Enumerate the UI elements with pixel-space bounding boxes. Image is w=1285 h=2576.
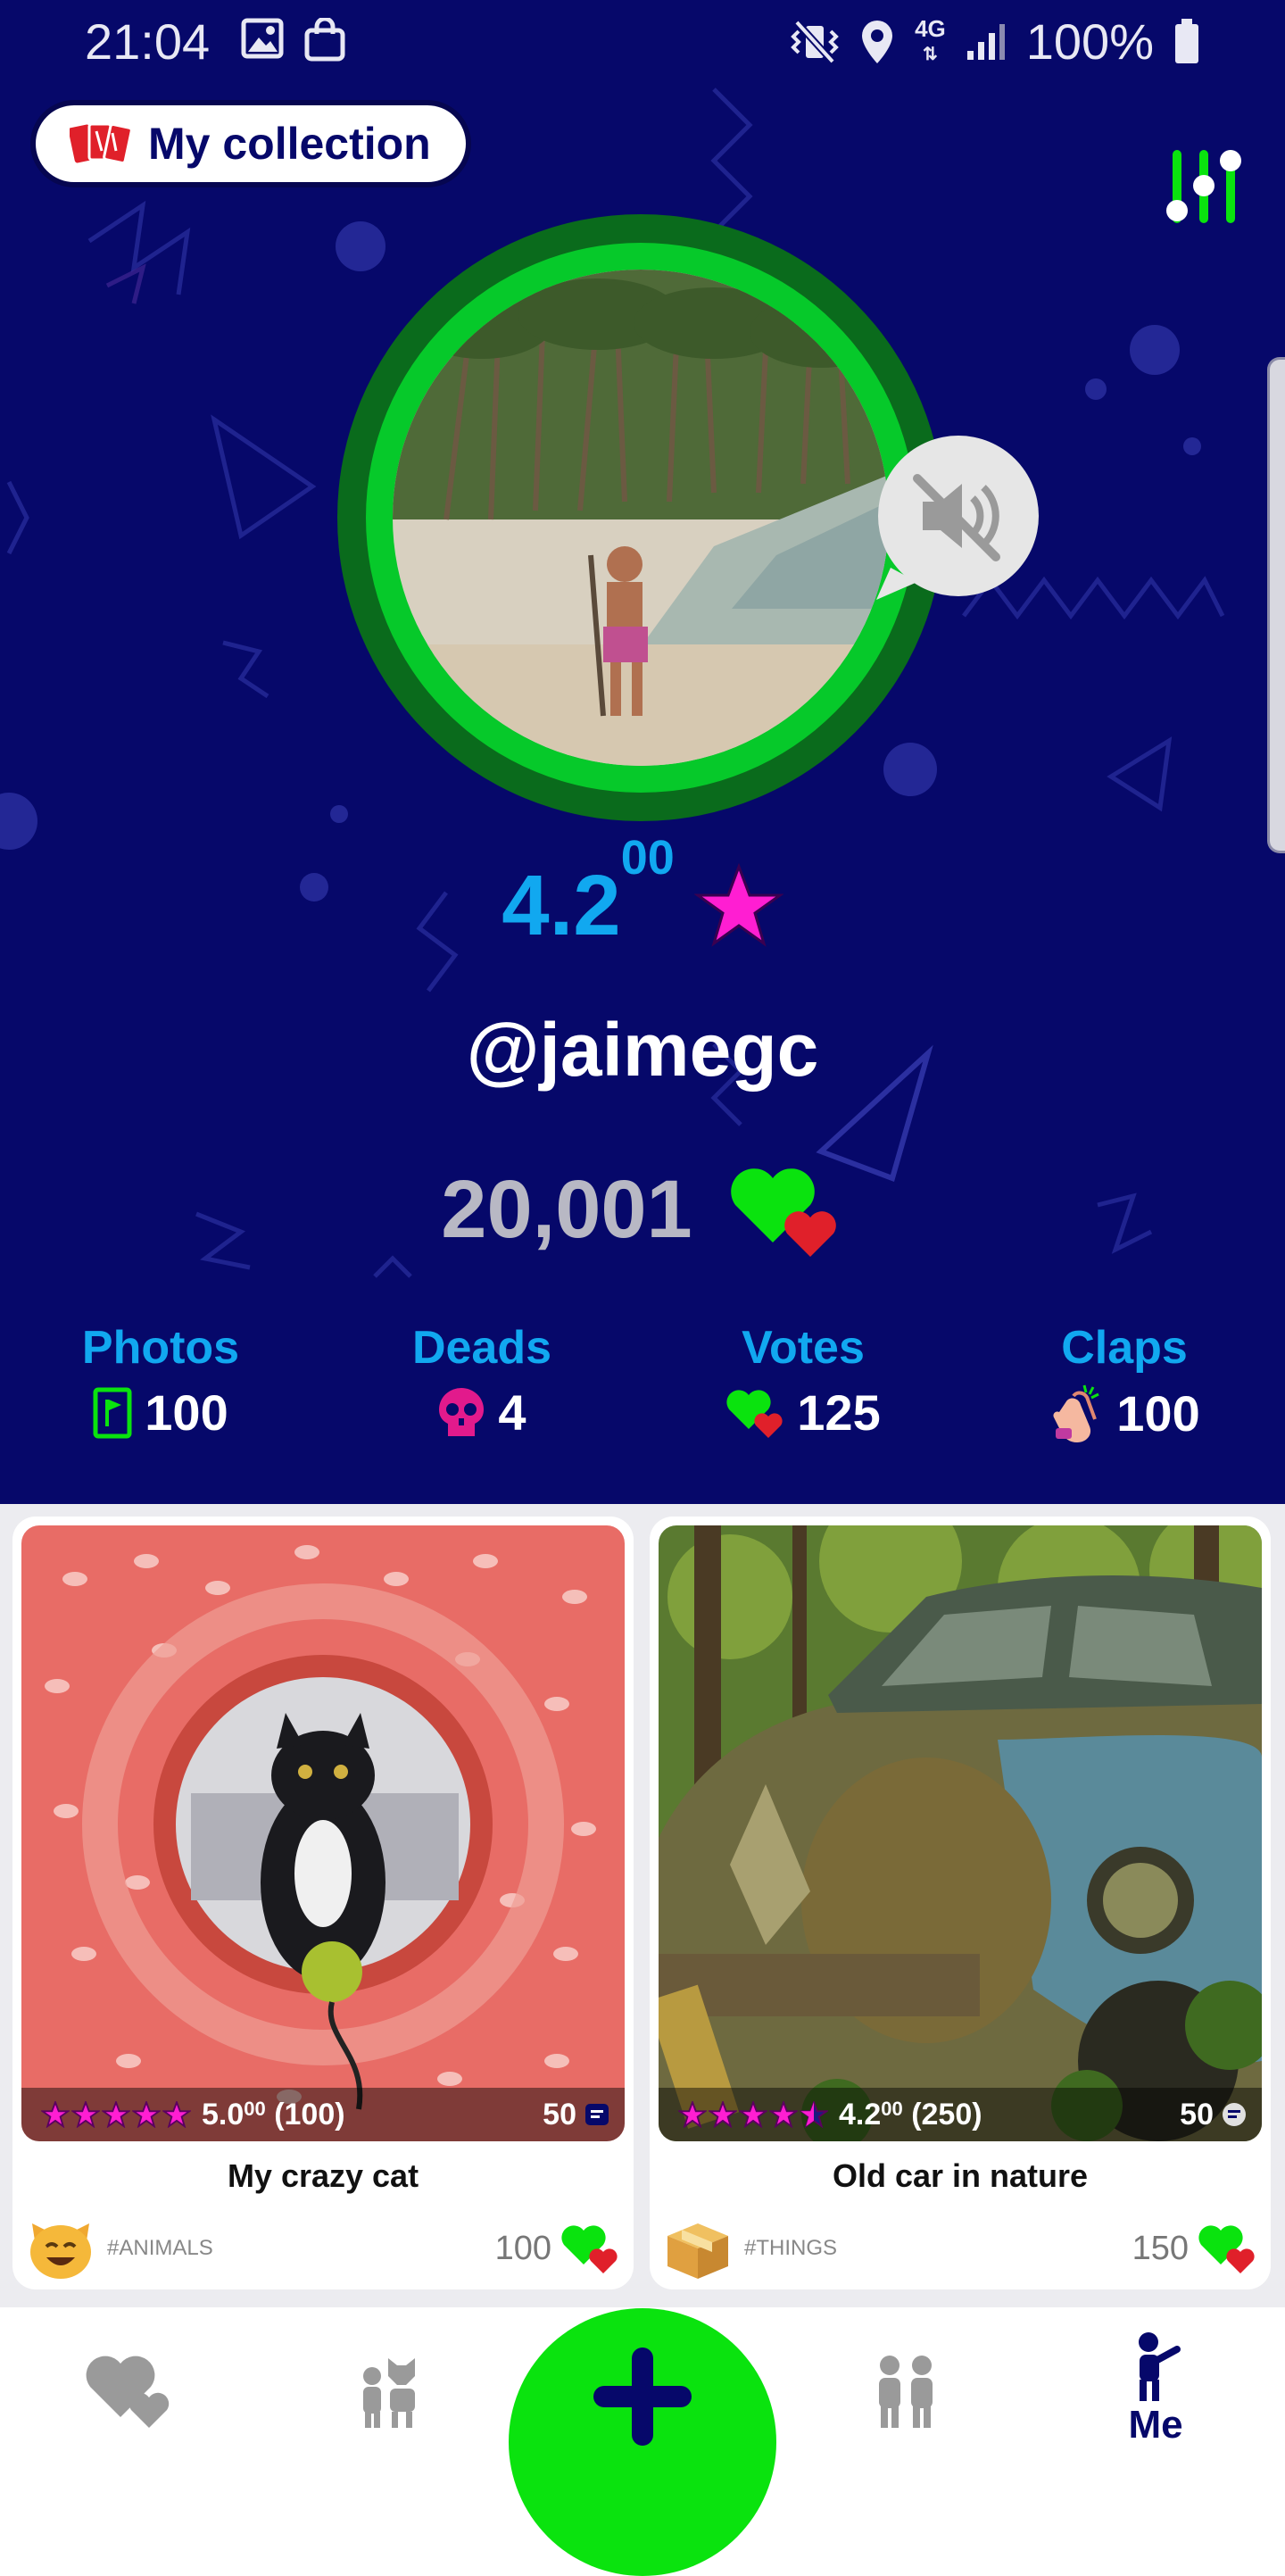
photo-card-image[interactable]: 4.200 (250) 50 — [659, 1525, 1262, 2141]
stat-deads-title: Deads — [411, 1322, 552, 1374]
photo-feed: 5.000 (100) 50 My crazy cat #ANIMALS 100 — [0, 1504, 1285, 2307]
stat-photos-value: 100 — [145, 1384, 228, 1441]
photo-card-tag[interactable]: #THINGS — [744, 2236, 837, 2261]
stats-row: Photos 100 Deads 4 Votes 125 Claps 100 — [0, 1321, 1285, 1442]
comment-icon — [585, 2104, 609, 2125]
add-photo-button[interactable] — [509, 2308, 776, 2576]
stat-claps-title: Claps — [1061, 1322, 1188, 1374]
stat-deads-value: 4 — [498, 1384, 526, 1441]
stat-photos[interactable]: Photos 100 — [0, 1321, 321, 1442]
person-with-pet-icon — [363, 2358, 415, 2428]
photo-card[interactable]: 5.000 (100) 50 My crazy cat #ANIMALS 100 — [12, 1517, 634, 2289]
star-icon — [693, 863, 783, 947]
status-left-icons — [241, 18, 346, 62]
photo-card-votes[interactable]: 150 — [1132, 2222, 1256, 2275]
photo-card-votes[interactable]: 100 — [495, 2222, 619, 2275]
status-time: 21:04 — [85, 13, 211, 70]
photo-card-rating: 4.200 (250) — [839, 2097, 982, 2131]
hearts-icon — [561, 2225, 618, 2273]
photo-card-footer: #THINGS 150 — [662, 2213, 1256, 2284]
status-right-icons: 4G ⇅ 100% — [790, 12, 1200, 71]
star-icon — [739, 2101, 767, 2128]
signal-icon — [966, 23, 1005, 60]
profile-avatar-photo[interactable] — [393, 270, 889, 766]
star-icon — [709, 2101, 737, 2128]
profile-rating: 4.200 — [0, 831, 1285, 955]
photo-card-rating: 5.000 (100) — [202, 2097, 345, 2131]
hearts-icon — [1198, 2225, 1255, 2273]
hearts-icon — [726, 1389, 783, 1438]
photo-card-footer: #ANIMALS 100 — [25, 2213, 619, 2284]
hearts-icon — [730, 1168, 836, 1257]
stat-votes[interactable]: Votes 125 — [642, 1321, 964, 1442]
photo-card-stats-bar: 5.000 (100) 50 — [21, 2088, 625, 2141]
stat-claps[interactable]: Claps 100 — [964, 1321, 1285, 1442]
gallery-icon — [241, 18, 284, 59]
photo-card-tag[interactable]: #ANIMALS — [107, 2236, 213, 2261]
star-icon — [132, 2101, 161, 2128]
photo-card-comments[interactable]: 50 — [543, 2098, 609, 2132]
photo-card-image[interactable]: 5.000 (100) 50 — [21, 1525, 625, 2141]
hearts-score: 20,001 — [0, 1160, 1285, 1259]
skull-icon — [439, 1387, 485, 1436]
plus-icon — [593, 2347, 692, 2446]
photo-card-comments[interactable]: 50 — [1180, 2098, 1246, 2132]
star-icon — [102, 2101, 130, 2128]
cards-icon — [70, 122, 133, 164]
stat-photos-title: Photos — [81, 1322, 240, 1374]
hearts-nav-icon — [86, 2356, 170, 2428]
nav-me-label: Me — [1128, 2403, 1183, 2447]
vibrate-mute-icon — [791, 19, 839, 64]
comment-icon — [1223, 2103, 1246, 2126]
photo-card-title: My crazy cat — [227, 2157, 419, 2194]
stat-votes-title: Votes — [742, 1322, 865, 1374]
stat-claps-value: 100 — [1116, 1384, 1200, 1442]
rating-value: 4.200 — [502, 831, 675, 953]
star-icon — [678, 2101, 707, 2128]
side-scroll-handle[interactable] — [1267, 357, 1285, 853]
cat-emoji-icon — [30, 2223, 91, 2279]
username: @jaimegc — [466, 1008, 819, 1092]
hearts-count: 20,001 — [441, 1163, 692, 1255]
nav-me-tab[interactable]: Me — [1107, 2308, 1205, 2471]
status-bar: 21:04 4G ⇅ 100% — [0, 0, 1285, 85]
rating-stars — [678, 2101, 828, 2128]
photo-card-stats-bar: 4.200 (250) 50 — [659, 2088, 1262, 2141]
star-icon — [769, 2101, 798, 2128]
audio-muted-bubble[interactable] — [873, 434, 1039, 600]
rating-stars — [41, 2101, 191, 2128]
people-icon — [879, 2356, 933, 2428]
my-collection-label: My collection — [148, 119, 431, 169]
star-icon — [41, 2101, 70, 2128]
profile-header: 21:04 4G ⇅ 100% My collection 4.200 @jai… — [0, 0, 1285, 1504]
filter-settings-icon[interactable] — [1160, 143, 1249, 232]
location-icon — [862, 20, 893, 63]
box-emoji-icon — [667, 2223, 728, 2279]
photo-flag-icon — [93, 1387, 132, 1438]
network-type: 4G ⇅ — [915, 15, 946, 64]
photo-card-title: Old car in nature — [832, 2157, 1089, 2194]
star-icon — [71, 2101, 100, 2128]
my-collection-button[interactable]: My collection — [30, 100, 471, 187]
stat-deads[interactable]: Deads 4 — [321, 1321, 642, 1442]
clap-icon — [1053, 1384, 1099, 1442]
battery-icon — [1175, 18, 1198, 63]
photo-card[interactable]: 4.200 (250) 50 Old car in nature #THINGS… — [650, 1517, 1271, 2289]
star-icon — [162, 2101, 191, 2128]
nav-votes-tab[interactable] — [80, 2308, 178, 2471]
nav-people-tab[interactable] — [857, 2308, 955, 2471]
nav-pets-tab[interactable] — [339, 2308, 437, 2471]
shopping-bag-icon — [304, 18, 345, 62]
half-star-icon — [800, 2101, 828, 2128]
person-waving-icon — [1139, 2332, 1181, 2401]
stat-votes-value: 125 — [797, 1384, 881, 1441]
battery-percent: 100% — [1025, 13, 1154, 70]
